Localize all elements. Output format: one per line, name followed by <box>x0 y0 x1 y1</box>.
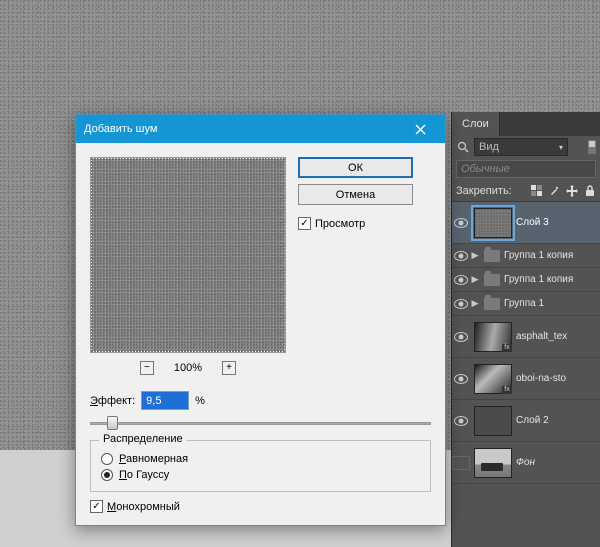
preview-checkbox-label: Просмотр <box>315 218 365 230</box>
layer-name: Группа 1 копия <box>504 250 598 261</box>
panel-tabs: Слои <box>452 112 600 136</box>
layer-thumbnail[interactable] <box>474 208 512 238</box>
filter-kind-label: Вид <box>479 141 499 153</box>
dialog-title: Добавить шум <box>84 123 403 135</box>
slider-thumb[interactable] <box>107 416 118 430</box>
ok-button[interactable]: ОК <box>298 157 413 178</box>
layer-name: Слой 2 <box>516 415 598 426</box>
amount-row: Эффект: % <box>90 391 431 410</box>
monochrome-checkbox[interactable]: ✓ <box>90 500 103 513</box>
amount-unit: % <box>195 395 205 407</box>
layer-row[interactable]: Фон <box>452 442 600 484</box>
layer-thumbnail[interactable]: fx <box>474 364 512 394</box>
radio-icon[interactable] <box>101 469 113 481</box>
visibility-icon[interactable] <box>452 218 470 228</box>
layer-row-group[interactable]: ▶ Группа 1 <box>452 292 600 316</box>
monochrome-label: Монохромный <box>107 501 180 513</box>
layer-name: Фон <box>516 457 598 468</box>
visibility-icon-off[interactable] <box>452 456 470 470</box>
layer-thumbnail[interactable] <box>474 448 512 478</box>
folder-icon <box>484 274 500 286</box>
visibility-icon[interactable] <box>452 374 470 384</box>
layer-name: asphalt_tex <box>516 331 598 342</box>
visibility-icon[interactable] <box>452 275 470 285</box>
expand-arrow-icon[interactable]: ▶ <box>470 274 480 285</box>
zoom-in-button[interactable]: + <box>222 361 236 375</box>
folder-icon <box>484 250 500 262</box>
zoom-out-button[interactable]: − <box>140 361 154 375</box>
tab-layers[interactable]: Слои <box>452 112 500 136</box>
add-noise-dialog: Добавить шум − 100% + ОК Отмена ✓ Просмо… <box>75 114 446 526</box>
expand-arrow-icon[interactable]: ▶ <box>470 298 480 309</box>
layer-name: Группа 1 <box>504 298 598 309</box>
layer-name: Слой 3 <box>516 217 598 228</box>
layer-name: Группа 1 копия <box>504 274 598 285</box>
chevron-down-icon: ▾ <box>559 143 563 152</box>
close-button[interactable] <box>403 118 437 140</box>
filter-kind-select[interactable]: Вид ▾ <box>474 138 568 156</box>
layer-list: Слой 3 ▶ Группа 1 копия ▶ Группа 1 копия… <box>452 202 600 484</box>
layer-thumbnail[interactable] <box>474 406 512 436</box>
distribution-uniform[interactable]: Равномерная <box>101 453 420 465</box>
fx-badge-icon: fx <box>502 344 512 352</box>
radio-label: Равномерная <box>119 453 188 465</box>
layer-row[interactable]: fx oboi-na-sto <box>452 358 600 400</box>
filter-toggle[interactable] <box>572 140 596 154</box>
distribution-gaussian[interactable]: По Гауссу <box>101 469 420 481</box>
expand-arrow-icon[interactable]: ▶ <box>470 250 480 261</box>
layer-thumbnail[interactable]: fx <box>474 322 512 352</box>
lock-all-icon[interactable] <box>584 185 596 197</box>
search-icon[interactable] <box>456 140 470 154</box>
lock-brush-icon[interactable] <box>548 185 560 197</box>
visibility-icon[interactable] <box>452 416 470 426</box>
blend-mode-row: Обычные <box>452 158 600 180</box>
slider-track <box>90 422 431 425</box>
distribution-fieldset: Распределение Равномерная По Гауссу <box>90 440 431 492</box>
lock-label: Закрепить: <box>456 185 512 197</box>
blend-mode-label: Обычные <box>461 163 510 175</box>
layer-row-selected[interactable]: Слой 3 <box>452 202 600 244</box>
cancel-button[interactable]: Отмена <box>298 184 413 205</box>
zoom-level: 100% <box>174 362 202 374</box>
amount-input[interactable] <box>141 391 189 410</box>
noise-preview[interactable] <box>90 157 286 353</box>
monochrome-row: ✓ Монохромный <box>90 500 431 513</box>
amount-slider[interactable] <box>90 414 431 432</box>
lock-row: Закрепить: <box>452 180 600 202</box>
blend-mode-select[interactable]: Обычные <box>456 160 596 178</box>
lock-move-icon[interactable] <box>566 185 578 197</box>
preview-checkbox[interactable]: ✓ <box>298 217 311 230</box>
layer-filter-row: Вид ▾ <box>452 136 600 158</box>
visibility-icon[interactable] <box>452 332 470 342</box>
dialog-titlebar[interactable]: Добавить шум <box>76 115 445 143</box>
lock-pixels-icon[interactable] <box>530 185 542 197</box>
layer-row[interactable]: Слой 2 <box>452 400 600 442</box>
layers-panel: Слои Вид ▾ Обычные Закрепить: <box>452 112 600 547</box>
distribution-legend: Распределение <box>99 433 187 445</box>
visibility-icon[interactable] <box>452 251 470 261</box>
layer-row-group[interactable]: ▶ Группа 1 копия <box>452 268 600 292</box>
layer-row-group[interactable]: ▶ Группа 1 копия <box>452 244 600 268</box>
radio-icon[interactable] <box>101 453 113 465</box>
fx-badge-icon: fx <box>502 386 512 394</box>
layer-row[interactable]: fx asphalt_tex <box>452 316 600 358</box>
visibility-icon[interactable] <box>452 299 470 309</box>
layer-name: oboi-na-sto <box>516 373 598 384</box>
radio-label: По Гауссу <box>119 469 169 481</box>
folder-icon <box>484 298 500 310</box>
amount-label: Эффект: <box>90 395 135 407</box>
